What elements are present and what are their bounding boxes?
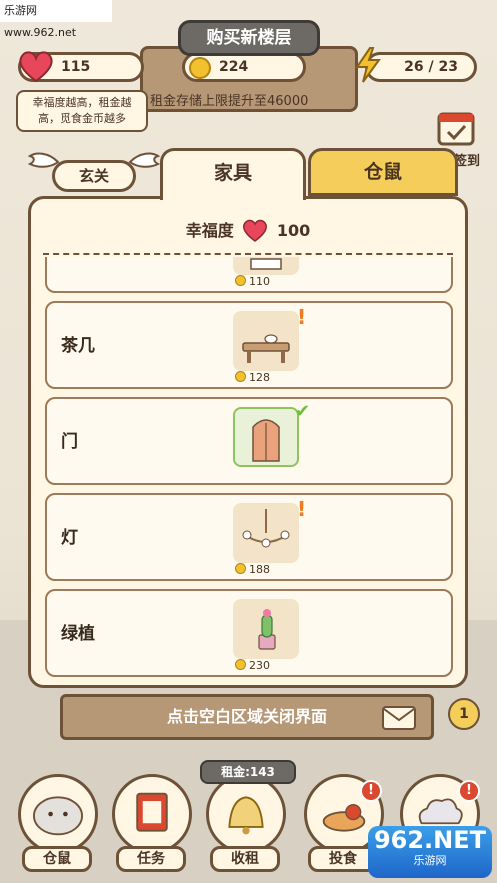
- happiness-counter: 115: [18, 51, 144, 83]
- list-item[interactable]: 110: [45, 257, 453, 293]
- energy-value: 26 / 23: [404, 59, 458, 75]
- nav-hamster-label[interactable]: 仓鼠: [22, 846, 92, 872]
- coin-icon: [189, 57, 211, 79]
- buy-floor-button[interactable]: 购买新楼层: [178, 20, 320, 56]
- notify-badge: !: [458, 780, 480, 802]
- owned-check-icon: ✔: [295, 401, 311, 422]
- message-bubble[interactable]: 1: [448, 698, 480, 730]
- nav-task-label[interactable]: 任务: [116, 846, 186, 872]
- happiness-tip: 幸福度越高，租金越高，觅食金币越多: [16, 90, 148, 132]
- furniture-thumb: [233, 311, 299, 371]
- coin-icon: [235, 563, 246, 574]
- chandelier-icon: [242, 509, 290, 548]
- furniture-list[interactable]: 110 茶几 ! 128 门 ✔ 灯 ! 188 绿植 230: [31, 257, 465, 685]
- calendar-icon[interactable]: [436, 108, 476, 148]
- coin-value: 224: [219, 59, 249, 75]
- price: 128: [235, 371, 270, 384]
- collect-rent-button[interactable]: [206, 774, 286, 854]
- item-name: 茶几: [61, 336, 95, 356]
- list-item-lamp[interactable]: 灯 ! 188: [45, 493, 453, 581]
- hamster-face-icon: [33, 796, 83, 836]
- task-button[interactable]: [112, 774, 192, 854]
- coin-icon: [235, 371, 246, 382]
- divider: [43, 253, 453, 255]
- upgrade-icon: !: [297, 305, 307, 329]
- door-icon: [252, 419, 280, 462]
- lightning-icon: [355, 47, 381, 83]
- cactus-icon: [258, 609, 276, 650]
- mail-icon[interactable]: [382, 706, 416, 730]
- 962-logo: 962.NET 乐游网: [368, 826, 492, 878]
- panel-happiness: 幸福度 100: [31, 217, 465, 242]
- item-name: 门: [61, 432, 78, 452]
- nav-rent-label[interactable]: 收租: [210, 846, 280, 872]
- price-value: 230: [249, 659, 270, 672]
- price-value: 110: [249, 275, 270, 288]
- panel-happiness-value: 100: [276, 221, 311, 240]
- logo-subtext: 乐游网: [413, 854, 447, 867]
- furniture-thumb: [233, 503, 299, 563]
- cabinet-icon: [250, 258, 282, 270]
- furniture-thumb: [233, 257, 299, 275]
- list-item-tea-table[interactable]: 茶几 ! 128: [45, 301, 453, 389]
- hamster-button[interactable]: [18, 774, 98, 854]
- coin-icon: [235, 275, 246, 286]
- happiness-value: 115: [61, 59, 91, 75]
- tab-hamster[interactable]: 仓鼠: [308, 148, 458, 196]
- furniture-thumb: [233, 407, 299, 467]
- price-value: 188: [249, 563, 270, 576]
- price-value: 128: [249, 371, 270, 384]
- tab-entrance[interactable]: 玄关: [52, 160, 136, 192]
- rent-limit-text: 租金存储上限提升至46000: [150, 94, 309, 109]
- logo-text: 962.NET: [373, 826, 487, 854]
- notify-badge: !: [360, 780, 382, 802]
- price: 110: [235, 275, 270, 288]
- item-name: 灯: [61, 528, 78, 548]
- bell-icon: [228, 796, 264, 835]
- list-item-plant[interactable]: 绿植 230: [45, 589, 453, 677]
- furniture-thumb: [233, 599, 299, 659]
- furniture-panel: 幸福度 100 110 茶几 ! 128 门 ✔ 灯 ! 188 绿植 230: [28, 196, 468, 688]
- tab-furniture[interactable]: 家具: [160, 148, 306, 200]
- rent-amount: 租金:143: [200, 760, 296, 784]
- coin-icon: [235, 659, 246, 670]
- happiness-label: 幸福度: [185, 221, 234, 240]
- upgrade-icon: !: [297, 497, 307, 521]
- list-item-door[interactable]: 门 ✔: [45, 397, 453, 485]
- price: 230: [235, 659, 270, 672]
- energy-counter: 26 / 23: [355, 47, 477, 83]
- heart-icon: [19, 51, 53, 83]
- close-panel-hint[interactable]: 点击空白区域关闭界面: [60, 694, 434, 740]
- item-name: 绿植: [61, 624, 95, 644]
- heart-icon: [243, 219, 268, 242]
- tea-table-icon: [242, 334, 290, 363]
- coin-counter: 224: [182, 52, 306, 82]
- watermark: 乐游网 www.962.net: [0, 0, 112, 39]
- price: 188: [235, 563, 270, 576]
- notebook-icon: [136, 792, 168, 832]
